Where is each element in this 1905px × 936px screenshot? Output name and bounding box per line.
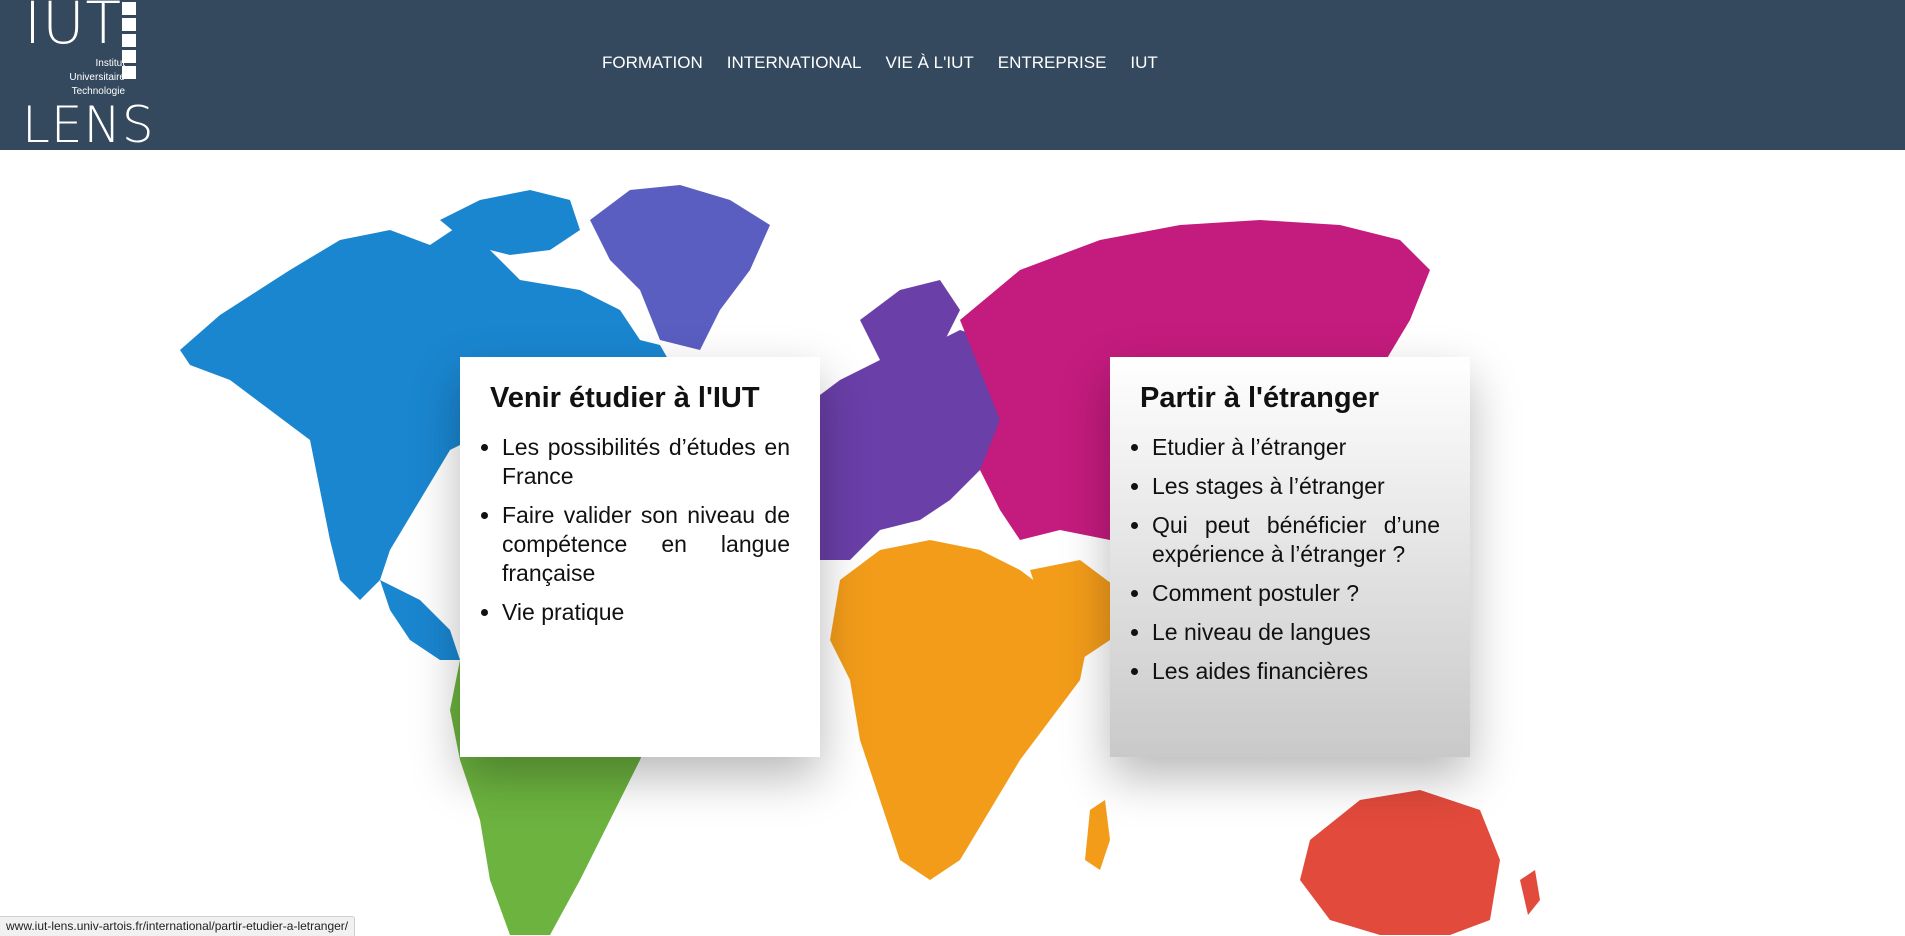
nav-item-formation[interactable]: FORMATION xyxy=(590,50,715,74)
new-zealand-shape xyxy=(1520,870,1540,915)
list-item[interactable]: Les possibilités d’études en France xyxy=(502,433,790,491)
list-item[interactable]: Les stages à l’étranger xyxy=(1152,472,1440,501)
card-title: Partir à l'étranger xyxy=(1140,382,1379,414)
study-abroad-card: Partir à l'étranger Etudier à l’étranger… xyxy=(1110,357,1470,757)
nav-item-international[interactable]: INTERNATIONAL xyxy=(715,50,874,74)
nav-item-iut[interactable]: IUT xyxy=(1118,50,1169,74)
list-item[interactable]: Faire valider son niveau de compétence e… xyxy=(502,501,790,588)
list-item[interactable]: Qui peut bénéficier d’une expérience à l… xyxy=(1152,511,1440,569)
nav-item-vie-a-l-iut[interactable]: VIE À L'IUT xyxy=(874,50,986,74)
site-header: IUT Institut Universitaire Technologie L… xyxy=(0,0,1905,150)
list-item[interactable]: Comment postuler ? xyxy=(1152,579,1440,608)
central-america-shape xyxy=(380,580,460,660)
list-item[interactable]: Le niveau de langues xyxy=(1152,618,1440,647)
card-link-list: Etudier à l’étranger Les stages à l’étra… xyxy=(1140,433,1440,686)
main-nav: FORMATION INTERNATIONAL VIE À L'IUT ENTR… xyxy=(590,50,1170,74)
australia-shape xyxy=(1300,790,1500,935)
logo-iut-text: IUT xyxy=(24,0,122,57)
list-item[interactable]: Etudier à l’étranger xyxy=(1152,433,1440,462)
browser-status-url: www.iut-lens.univ-artois.fr/internationa… xyxy=(0,916,356,936)
list-item[interactable]: Les aides financières xyxy=(1152,657,1440,686)
card-link-list: Les possibilités d’études en France Fair… xyxy=(490,433,790,627)
nav-item-entreprise[interactable]: ENTREPRISE xyxy=(986,50,1119,74)
logo-subtitle-line: Institut xyxy=(95,58,125,69)
iut-lens-logo[interactable]: IUT Institut Universitaire Technologie L… xyxy=(18,0,154,150)
list-item[interactable]: Vie pratique xyxy=(502,598,790,627)
logo-subtitle-line: Universitaire xyxy=(69,72,125,83)
madagascar-shape xyxy=(1085,800,1110,870)
logo-subtitle: Institut Universitaire Technologie xyxy=(69,57,125,99)
card-title: Venir étudier à l'IUT xyxy=(490,382,760,414)
study-at-iut-card: Venir étudier à l'IUT Les possibilités d… xyxy=(460,357,820,757)
logo-lens-text: LENS xyxy=(22,96,155,154)
